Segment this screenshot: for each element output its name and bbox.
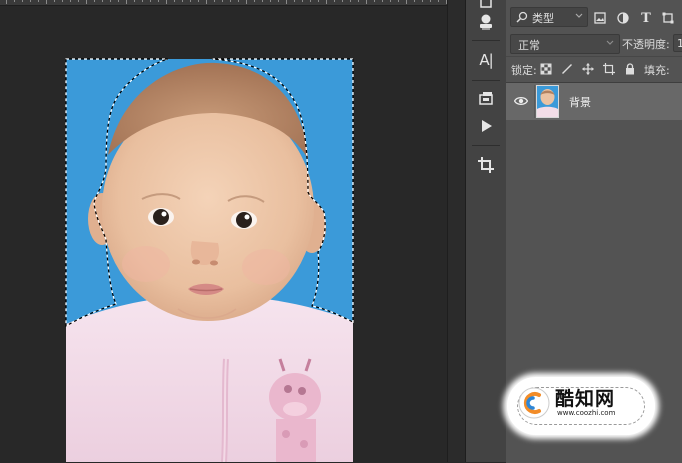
play-action-icon[interactable] bbox=[474, 114, 498, 138]
lock-label: 锁定: bbox=[511, 64, 537, 77]
character-panel-icon[interactable]: A| bbox=[474, 48, 498, 72]
divider bbox=[506, 56, 682, 57]
layer-name: 背景 bbox=[569, 96, 591, 109]
watermark-brand: 酷知网 bbox=[555, 388, 616, 410]
coozhi-logo-icon bbox=[518, 387, 550, 419]
adjustment-filter-icon[interactable] bbox=[617, 12, 629, 24]
filter-kind-label: 类型 bbox=[532, 12, 554, 25]
lock-fill-row: 锁定: 填充: bbox=[506, 58, 682, 80]
lock-artboard-icon[interactable] bbox=[603, 63, 615, 75]
watermark: 酷知网 www.coozhi.com bbox=[505, 373, 657, 437]
crop-icon[interactable] bbox=[474, 153, 498, 177]
lock-all-icon[interactable] bbox=[624, 63, 636, 75]
lock-position-icon[interactable] bbox=[582, 63, 594, 75]
search-icon bbox=[516, 11, 528, 23]
layer-row-background[interactable]: 背景 bbox=[506, 83, 682, 120]
layer-filter-row: 类型 T bbox=[506, 4, 682, 28]
chevron-down-icon bbox=[606, 40, 614, 45]
libraries-icon[interactable] bbox=[474, 86, 498, 110]
eye-icon[interactable] bbox=[514, 95, 528, 107]
stamp-icon[interactable] bbox=[474, 10, 498, 34]
panel-icon-strip: A| bbox=[465, 0, 507, 462]
dock-divider[interactable] bbox=[447, 0, 466, 462]
chevron-down-icon bbox=[575, 13, 583, 18]
divider bbox=[534, 85, 535, 118]
image-filter-icon[interactable] bbox=[594, 12, 606, 24]
type-filter-icon[interactable]: T bbox=[640, 11, 652, 26]
lock-transparent-pixels-icon[interactable] bbox=[540, 63, 552, 75]
opacity-input[interactable] bbox=[673, 34, 682, 52]
lock-image-pixels-icon[interactable] bbox=[561, 63, 573, 75]
blend-mode-label: 正常 bbox=[518, 39, 540, 52]
fill-label: 填充: bbox=[644, 64, 670, 77]
layer-thumbnail[interactable] bbox=[536, 85, 559, 118]
selection-marquee bbox=[65, 58, 354, 328]
filter-kind-dropdown[interactable]: 类型 bbox=[510, 7, 588, 27]
document-canvas[interactable] bbox=[0, 0, 447, 462]
blend-opacity-row: 正常 不透明度: bbox=[506, 31, 682, 55]
opacity-label: 不透明度: bbox=[622, 38, 670, 51]
blend-mode-dropdown[interactable]: 正常 bbox=[510, 34, 620, 54]
shape-filter-icon[interactable] bbox=[662, 12, 674, 24]
watermark-url: www.coozhi.com bbox=[557, 409, 616, 417]
character-glyph: A| bbox=[479, 51, 493, 69]
